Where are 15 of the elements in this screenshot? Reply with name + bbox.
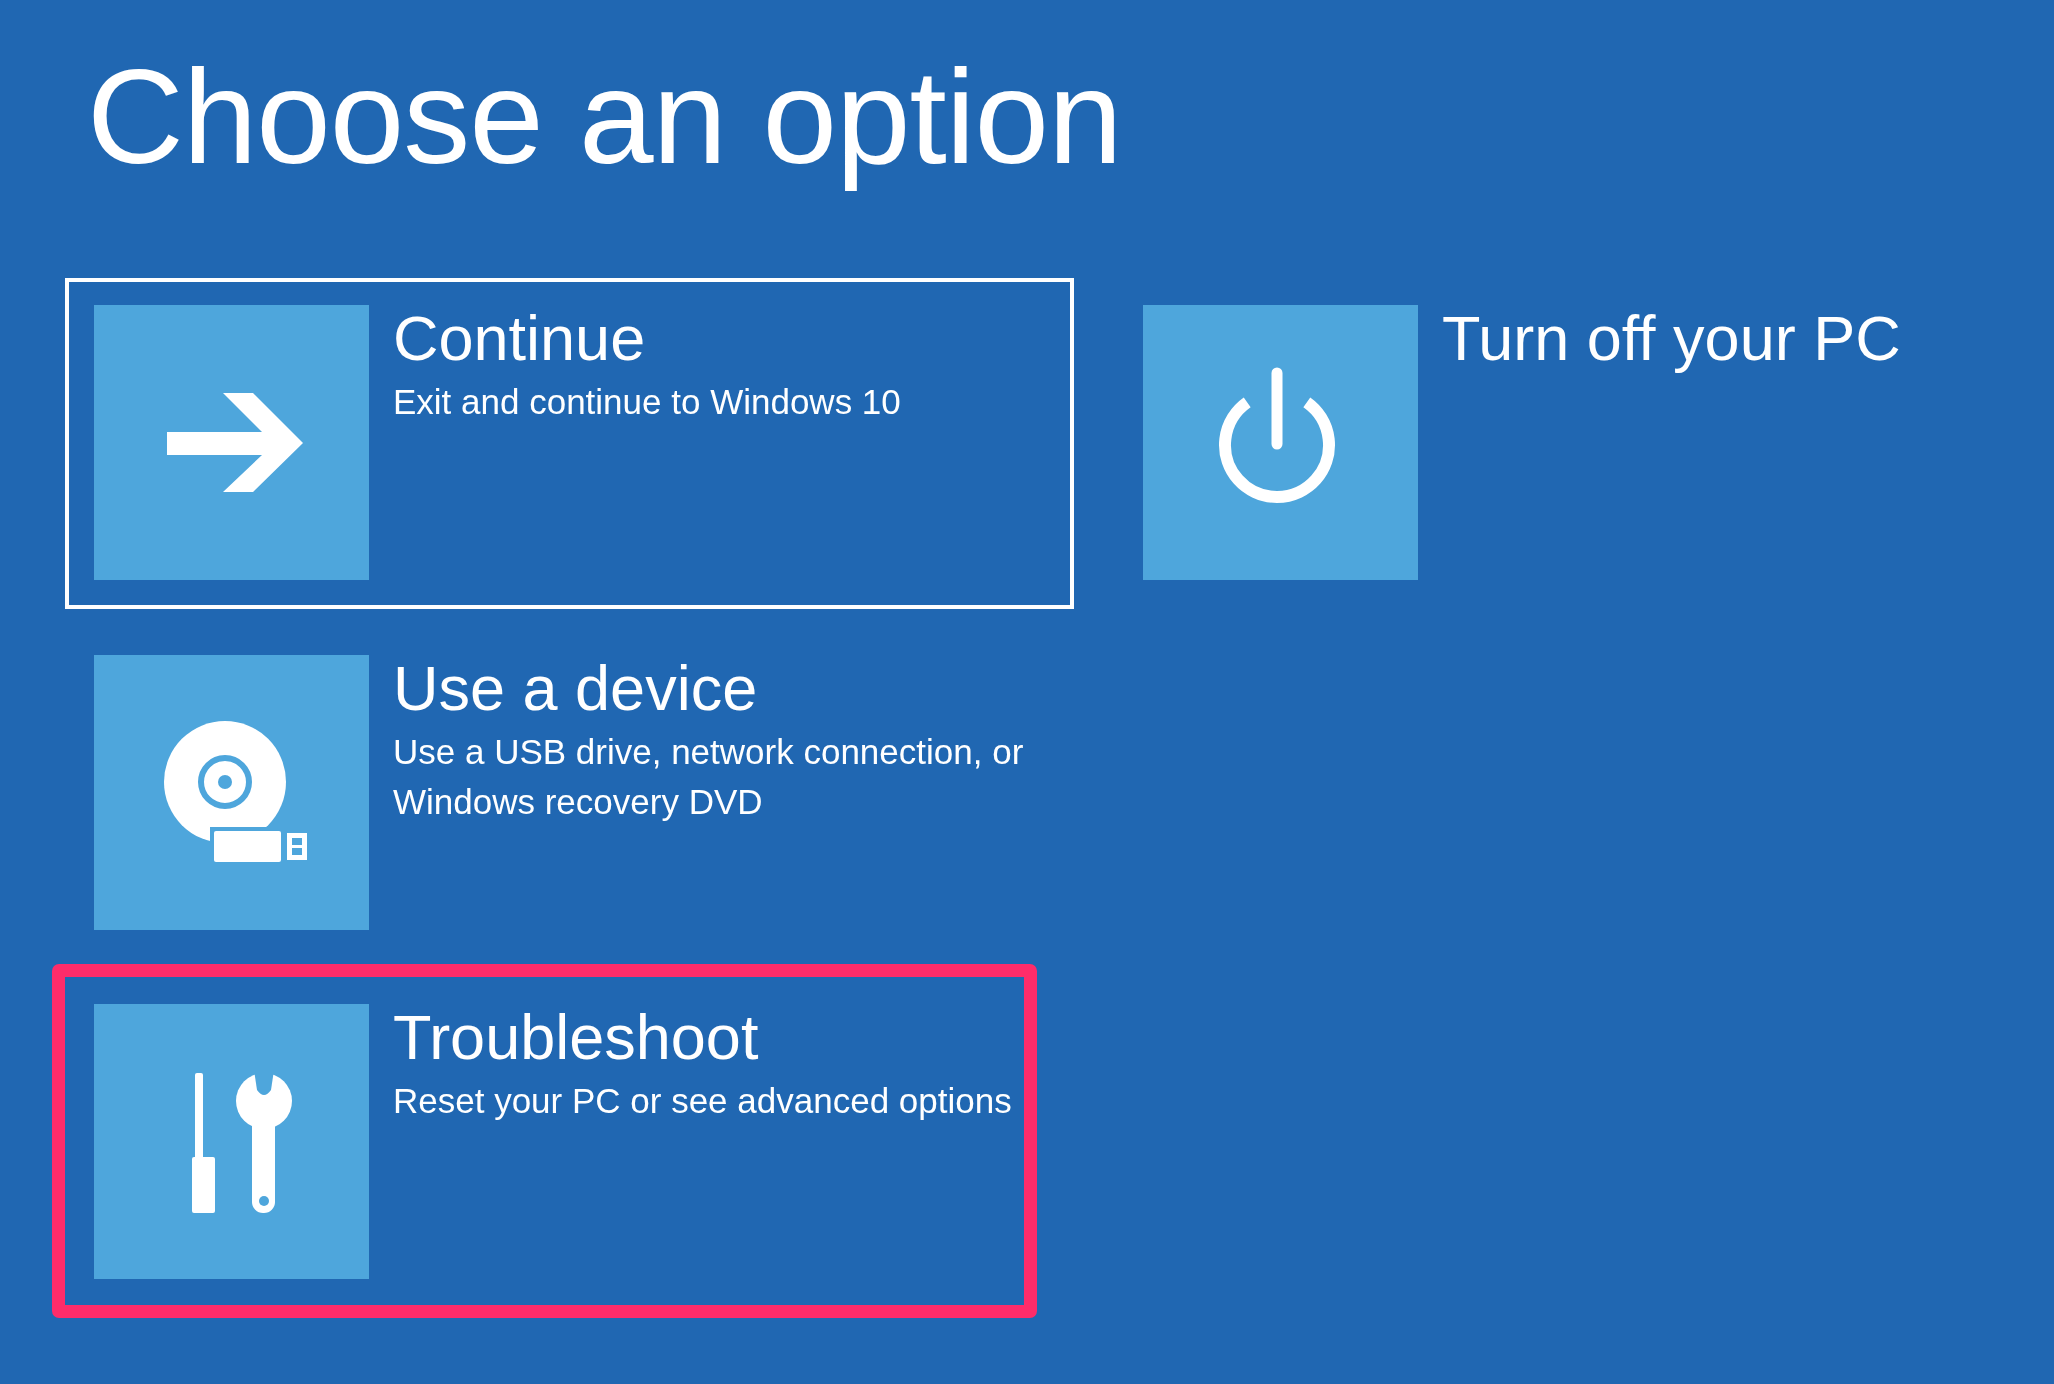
option-button[interactable]: Use a device Use a USB drive, network connection, or Windows recovery DVD xyxy=(65,627,1074,959)
option-description: Exit and continue to Windows 10 xyxy=(393,381,901,424)
option-title: Turn off your PC xyxy=(1442,301,1901,375)
option-button[interactable]: Turn off your PC xyxy=(1114,277,2054,609)
disc-and-usb-icon xyxy=(94,654,369,930)
option-title: Continue xyxy=(393,301,646,375)
option-title: Use a device xyxy=(393,651,758,725)
option-description: Reset your PC or see advanced options xyxy=(393,1080,1012,1123)
option-button[interactable]: Continue Exit and continue to Windows 10 xyxy=(65,277,1074,609)
power-icon xyxy=(1143,304,1418,580)
option-title: Troubleshoot xyxy=(393,1000,759,1074)
screwdriver-and-wrench-icon xyxy=(94,1003,369,1279)
option-button[interactable]: Troubleshoot Reset your PC or see advanced options xyxy=(65,976,1024,1305)
option-description: Use a USB drive, network connection, or Windows recovery DVD xyxy=(393,731,1025,824)
page-title: Choose an option xyxy=(87,41,1122,193)
